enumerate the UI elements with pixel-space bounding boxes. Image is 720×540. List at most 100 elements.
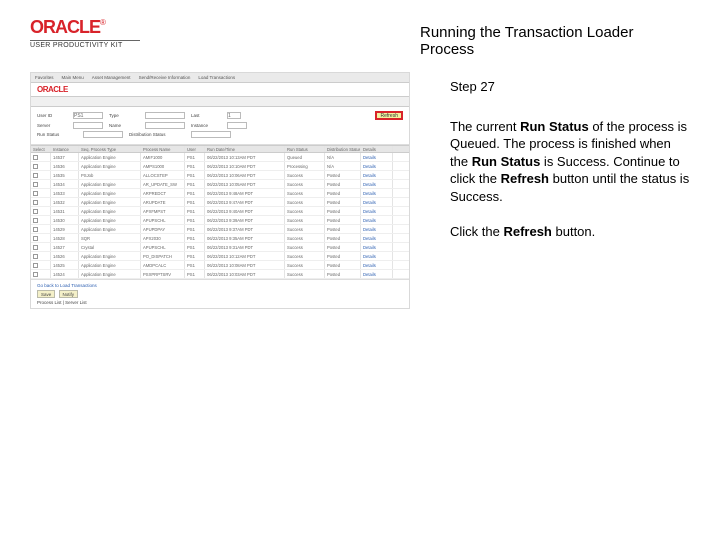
- cell-process-type: Application Engine: [79, 207, 141, 215]
- cell-select[interactable]: [31, 243, 51, 251]
- cell-datetime: 06/22/2013 10:10AM PDT: [205, 162, 285, 170]
- cell-select[interactable]: [31, 180, 51, 188]
- server-input[interactable]: [73, 122, 103, 129]
- table-row: 14524Application EnginePSXPRPTSRVPS106/2…: [31, 270, 409, 279]
- table-row: 14526Application EnginePO_DISPATCHPS106/…: [31, 252, 409, 261]
- cell-details[interactable]: Details: [361, 270, 393, 278]
- page-title: Running the Transaction Loader Process: [140, 18, 690, 58]
- instruction-paragraph-1: The current Run Status of the process is…: [450, 118, 690, 206]
- cell-datetime: 06/22/2013 9:48AM PDT: [205, 189, 285, 197]
- cell-run-status: Success: [285, 261, 325, 269]
- bold-run-status: Run Status: [472, 154, 541, 169]
- breadcrumb-item: Favorites: [35, 75, 54, 80]
- app-logo: ORACLE: [37, 85, 68, 94]
- cell-details[interactable]: Details: [361, 252, 393, 260]
- col-process-type: Seq. Process Type: [79, 146, 141, 152]
- cell-process-type: Application Engine: [79, 189, 141, 197]
- type-label: Type: [109, 113, 139, 118]
- cell-instance: 14537: [51, 153, 79, 161]
- cell-run-status: Success: [285, 225, 325, 233]
- cell-run-status: Success: [285, 243, 325, 251]
- cell-dist-status: Posted: [325, 261, 361, 269]
- cell-select[interactable]: [31, 270, 51, 278]
- cell-datetime: 06/22/2013 10:12AM PDT: [205, 252, 285, 260]
- cell-details[interactable]: Details: [361, 216, 393, 224]
- last-input[interactable]: 1: [227, 112, 241, 119]
- cell-process-name: AMDPCALC: [141, 261, 185, 269]
- cell-datetime: 06/22/2013 9:39AM PDT: [205, 216, 285, 224]
- bold-refresh: Refresh: [501, 171, 549, 186]
- cell-select[interactable]: [31, 234, 51, 242]
- instruction-panel: Step 27 The current Run Status of the pr…: [410, 72, 690, 309]
- cell-process-name: PSXPRPTSRV: [141, 270, 185, 278]
- cell-run-status: Processing: [285, 162, 325, 170]
- cell-instance: 14527: [51, 243, 79, 251]
- table-row: 14534Application EngineAR_UPDATE_SWPS106…: [31, 180, 409, 189]
- screenshot-footer: Go back to Load Transactions Save Notify…: [31, 279, 409, 308]
- cell-select[interactable]: [31, 162, 51, 170]
- cell-select[interactable]: [31, 207, 51, 215]
- cell-instance: 14526: [51, 252, 79, 260]
- type-input[interactable]: [145, 112, 185, 119]
- cell-instance: 14534: [51, 180, 79, 188]
- cell-dist-status: Posted: [325, 189, 361, 197]
- cell-select[interactable]: [31, 198, 51, 206]
- userid-input[interactable]: PS1: [73, 112, 103, 119]
- cell-select[interactable]: [31, 189, 51, 197]
- cell-run-status: Success: [285, 180, 325, 188]
- cell-select[interactable]: [31, 171, 51, 179]
- refresh-button[interactable]: Refresh: [375, 111, 403, 120]
- cell-user: PS1: [185, 171, 205, 179]
- cell-select[interactable]: [31, 153, 51, 161]
- cell-details[interactable]: Details: [361, 189, 393, 197]
- cell-user: PS1: [185, 207, 205, 215]
- cell-details[interactable]: Details: [361, 162, 393, 170]
- cell-run-status: Success: [285, 234, 325, 242]
- name-input[interactable]: [145, 122, 185, 129]
- breadcrumb-bar: Favorites Main Menu Asset Management Sen…: [31, 73, 409, 83]
- diststatus-label: Distribution Status: [129, 132, 185, 137]
- cell-dist-status: Posted: [325, 207, 361, 215]
- cell-user: PS1: [185, 234, 205, 242]
- cell-user: PS1: [185, 153, 205, 161]
- cell-select[interactable]: [31, 252, 51, 260]
- cell-process-type: Application Engine: [79, 162, 141, 170]
- cell-datetime: 06/22/2013 10:08AM PDT: [205, 261, 285, 269]
- cell-details[interactable]: Details: [361, 225, 393, 233]
- cell-select[interactable]: [31, 216, 51, 224]
- cell-instance: 14530: [51, 216, 79, 224]
- cell-process-name: APUPSCHL: [141, 243, 185, 251]
- cell-details[interactable]: Details: [361, 234, 393, 242]
- instance-input[interactable]: [227, 122, 247, 129]
- diststatus-input[interactable]: [191, 131, 231, 138]
- cell-process-name: ARUPDATE: [141, 198, 185, 206]
- cell-process-type: Application Engine: [79, 225, 141, 233]
- cell-details[interactable]: Details: [361, 261, 393, 269]
- cell-process-name: PO_DISPATCH: [141, 252, 185, 260]
- back-link[interactable]: Go back to Load Transactions: [37, 283, 403, 288]
- cell-details[interactable]: Details: [361, 180, 393, 188]
- cell-process-type: Application Engine: [79, 261, 141, 269]
- cell-select[interactable]: [31, 225, 51, 233]
- runstatus-input[interactable]: [83, 131, 123, 138]
- footer-nav: Process List | Server List: [37, 300, 403, 305]
- table-body: 14537Application EngineAMIF1000PS106/22/…: [31, 153, 409, 279]
- cell-details[interactable]: Details: [361, 243, 393, 251]
- breadcrumb-item: Main Menu: [62, 75, 84, 80]
- cell-dist-status: Posted: [325, 171, 361, 179]
- logo-registered: ®: [100, 18, 106, 27]
- cell-run-status: Success: [285, 171, 325, 179]
- oracle-upk-logo: ORACLE® USER PRODUCTIVITY KIT: [30, 18, 140, 49]
- logo-text: ORACLE: [30, 17, 100, 37]
- cell-details[interactable]: Details: [361, 153, 393, 161]
- cell-select[interactable]: [31, 261, 51, 269]
- cell-details[interactable]: Details: [361, 171, 393, 179]
- notify-button[interactable]: Notify: [59, 290, 79, 298]
- cell-details[interactable]: Details: [361, 207, 393, 215]
- save-button[interactable]: Save: [37, 290, 55, 298]
- cell-details[interactable]: Details: [361, 198, 393, 206]
- server-label: Server: [37, 123, 67, 128]
- cell-dist-status: Posted: [325, 180, 361, 188]
- cell-process-name: ARPREDCT: [141, 189, 185, 197]
- cell-process-type: Application Engine: [79, 198, 141, 206]
